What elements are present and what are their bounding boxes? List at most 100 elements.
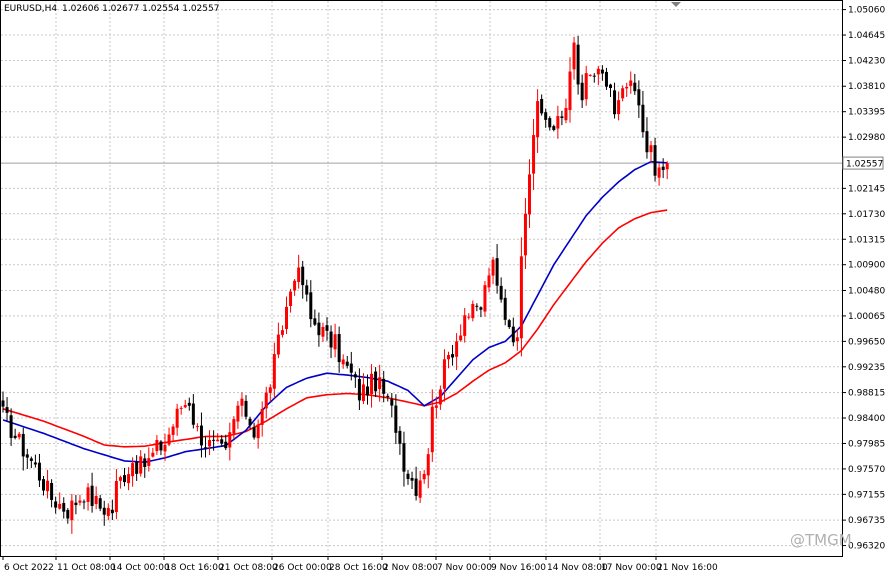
candle-body [62,502,66,512]
candle [629,71,633,94]
candle [560,110,564,126]
candle-body [305,285,309,295]
candle-body [370,373,374,394]
candle-body [386,395,390,397]
y-tick-label: 1.02145 [848,184,885,194]
candle [240,392,244,417]
candle-body [556,116,560,129]
y-tick-label: 0.99235 [848,363,885,373]
candle-body [523,213,527,256]
candle-body [155,439,159,452]
y-tick-label: 0.97985 [848,439,885,449]
candle-body [329,331,333,348]
y-tick-label: 1.00480 [848,286,885,296]
candle-body [507,320,511,328]
x-tick-label: 21 Nov 16:00 [657,563,718,573]
price-chart[interactable]: 1.05060 1.04645 1.04230 1.03810 1.03395 1.029… [0,0,885,575]
candle-body [398,430,402,444]
candle [568,57,572,123]
candle-body [390,398,394,406]
candle [394,394,398,445]
price-axis[interactable]: 1.05060 1.04645 1.04230 1.03810 1.03395 1.029… [842,6,885,552]
candle [459,324,463,342]
candle [236,400,240,429]
candle-body [357,378,361,401]
candle [29,456,33,469]
candle-body [382,378,386,394]
candle [463,307,467,343]
candle-body [151,452,155,457]
candle-body [244,400,248,417]
candle-body [5,407,9,413]
candle [406,469,410,485]
candle-body [293,280,297,291]
candle [592,73,596,83]
candle-body [576,44,580,85]
candle [548,116,552,131]
candle-body [459,335,463,341]
candle [272,342,276,399]
y-tick-label: 0.97570 [848,465,885,475]
candle [147,447,151,472]
candle [657,163,661,186]
candle-body [54,501,58,508]
candle-body [475,305,479,307]
x-tick-label: 9 Nov 16:00 [491,563,546,573]
candle [191,394,195,429]
candle-body [167,434,171,445]
candle-body [637,89,641,106]
candle [426,448,430,489]
candle-body [147,458,151,466]
candle [155,435,159,455]
candle-body [25,454,29,458]
x-tick-label: 6 Oct 2022 [4,563,54,573]
candle-body [82,501,86,503]
candle [596,65,600,86]
candle [66,508,70,524]
candle [532,119,536,190]
candle-body [588,74,592,76]
candle-body [483,285,487,312]
candle-body [503,297,507,320]
candle [418,470,422,504]
candle [329,325,333,359]
candle-body [515,337,519,342]
y-tick-label: 1.00900 [848,261,885,271]
candle-body [58,503,62,509]
candle [552,124,556,132]
candle-body [374,371,378,392]
candle [195,423,199,432]
candle-body [540,98,544,114]
candle-body [33,462,37,465]
candle-body [621,88,625,99]
candle-body [479,307,483,310]
candle-body [434,405,438,408]
candle [661,158,665,179]
candle [293,279,297,296]
y-tick-label: 1.04645 [848,31,885,41]
candle [633,73,637,95]
candle-body [657,167,661,178]
candle [37,453,41,488]
candle-body [272,354,276,389]
candle-body [317,322,321,336]
candle [151,447,155,458]
candle-body [455,341,459,357]
candle [82,499,86,510]
candle-body [106,507,110,517]
candle-body [463,315,467,336]
candle [471,300,475,322]
time-axis[interactable]: 6 Oct 2022 11 Oct 08:0014 Oct 00:0018 Oct… [2,556,718,573]
candle-body [276,334,280,355]
candle [110,499,114,520]
candle [609,83,612,98]
candle [90,472,94,513]
x-tick-label: 14 Oct 00:00 [111,563,170,573]
candle-body [406,473,410,480]
candle-body [617,100,621,115]
candle-body [236,405,240,422]
candle [106,503,110,521]
candle-body [665,163,669,170]
candle-body [98,498,102,509]
chart-shift-marker-icon[interactable] [671,2,681,7]
